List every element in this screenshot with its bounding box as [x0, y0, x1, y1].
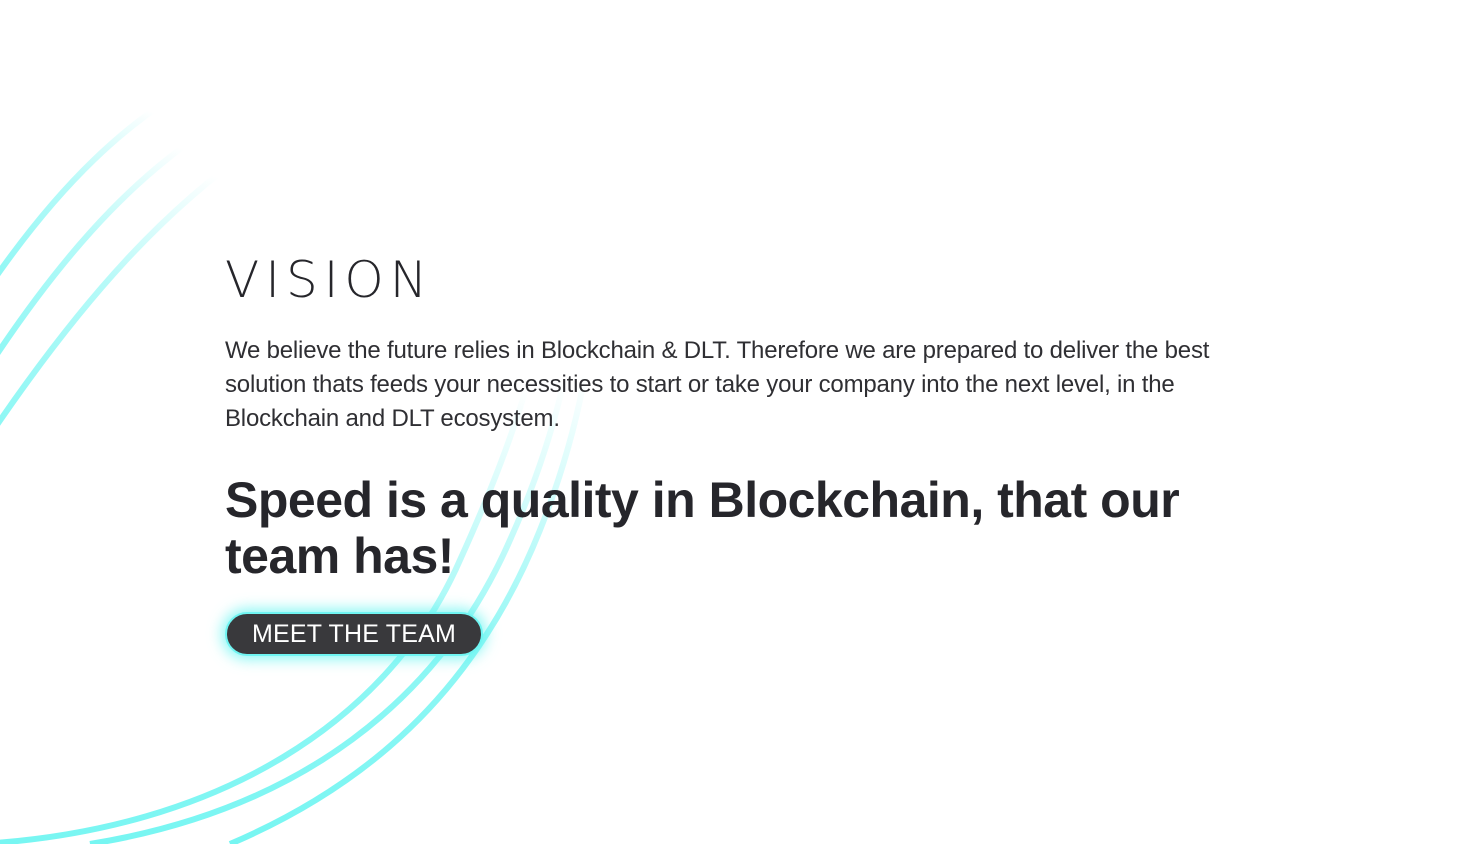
- vision-section: VISION We believe the future relies in B…: [0, 0, 1474, 844]
- meet-the-team-button[interactable]: MEET THE TEAM: [225, 612, 483, 656]
- vision-content: VISION We believe the future relies in B…: [225, 250, 1265, 656]
- arc-left-1: [0, 77, 202, 277]
- arc-left-2: [0, 107, 242, 356]
- vision-tagline: Speed is a quality in Blockchain, that o…: [225, 472, 1180, 584]
- vision-title: VISION: [225, 251, 434, 309]
- vision-description: We believe the future relies in Blockcha…: [225, 337, 1210, 432]
